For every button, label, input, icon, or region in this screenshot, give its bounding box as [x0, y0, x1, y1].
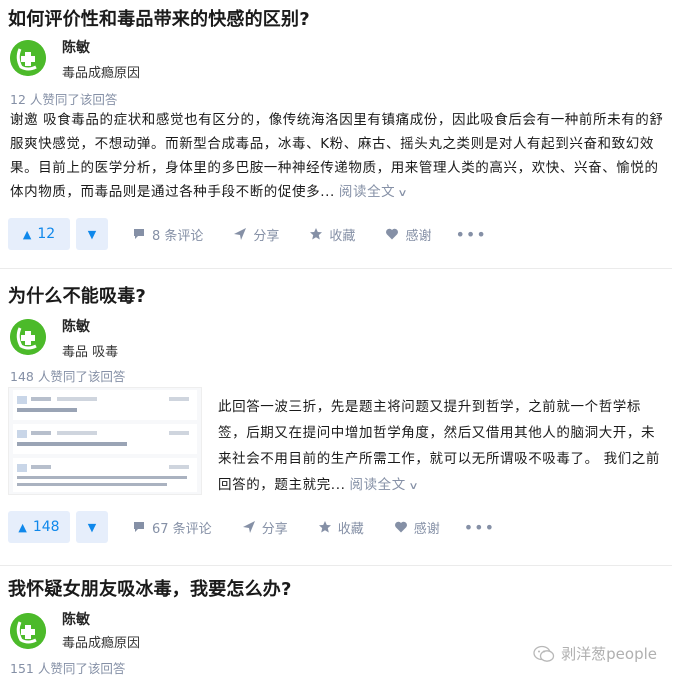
collect-button[interactable]: 收藏 — [318, 518, 364, 537]
votes-summary: 148 人赞同了该回答 — [10, 369, 126, 384]
star-icon — [318, 521, 331, 533]
votes-summary: 12 人赞同了该回答 — [10, 92, 118, 107]
thanks-button[interactable]: 感谢 — [385, 225, 431, 244]
answer-thumbnail[interactable] — [8, 387, 202, 495]
excerpt-text: 谢邀 吸食毒品的症状和感觉也有区分的，像传统海洛因里有镇痛成份，因此吸食后会有一… — [10, 112, 664, 200]
watermark: 剥洋葱people — [533, 643, 657, 664]
read-more-link[interactable]: 阅读全文 ∨ — [349, 477, 418, 493]
votes-summary: 151 人赞同了该回答 — [10, 661, 126, 676]
upvote-button[interactable]: ▲ 148 — [8, 511, 70, 543]
wechat-icon — [533, 645, 555, 662]
share-label: 分享 — [261, 521, 288, 537]
downvote-button[interactable]: ▼ — [76, 218, 108, 250]
read-more-label: 阅读全文 — [338, 184, 396, 200]
collect-label: 收藏 — [329, 228, 356, 244]
upvote-count: 148 — [32, 519, 60, 535]
share-icon — [242, 521, 255, 533]
thanks-button[interactable]: 感谢 — [394, 518, 440, 537]
triangle-down-icon: ▼ — [87, 520, 97, 534]
chevron-down-icon: ∨ — [408, 481, 420, 492]
question-title[interactable]: 我怀疑女朋友吸冰毒，我要怎么办? — [8, 575, 292, 601]
answer-card-1: 如何评价性和毒品带来的快感的区别? 陈敏 毒品成瘾原因 12 人赞同了该回答 谢… — [0, 0, 679, 268]
answer-excerpt[interactable]: 此回答一波三折，先是题主将问题又提升到哲学，之前就一个哲学标签，后期又在提问中增… — [218, 394, 666, 500]
author-name[interactable]: 陈敏 — [62, 609, 90, 629]
answer-excerpt[interactable]: 谢邀 吸食毒品的症状和感觉也有区分的，像传统海洛因里有镇痛成份，因此吸食后会有一… — [10, 108, 665, 206]
chevron-down-icon: ∨ — [397, 188, 409, 199]
heart-icon — [386, 228, 399, 240]
upvote-count: 12 — [37, 226, 56, 242]
share-button[interactable]: 分享 — [242, 518, 288, 537]
triangle-down-icon: ▼ — [87, 227, 97, 241]
upvote-button[interactable]: ▲ 12 — [8, 218, 70, 250]
avatar[interactable] — [10, 40, 46, 76]
comments-button[interactable]: 8 条评论 — [132, 225, 203, 244]
heart-icon — [394, 521, 407, 533]
answer-card-3: 我怀疑女朋友吸冰毒，我要怎么办? 陈敏 毒品成瘾原因 151 人赞同了该回答 — [0, 566, 679, 684]
collect-button[interactable]: 收藏 — [309, 225, 355, 244]
downvote-button[interactable]: ▼ — [76, 511, 108, 543]
triangle-up-icon: ▲ — [22, 227, 32, 241]
action-bar: ▲ 148 ▼ 67 条评论 分享 收藏 感谢 ••• — [8, 510, 495, 544]
author-name[interactable]: 陈敏 — [62, 37, 90, 57]
comment-icon — [134, 229, 144, 239]
comments-button[interactable]: 67 条评论 — [132, 518, 212, 537]
triangle-up-icon: ▲ — [18, 520, 27, 534]
avatar[interactable] — [10, 319, 46, 355]
action-bar: ▲ 12 ▼ 8 条评论 分享 收藏 感谢 ••• — [8, 217, 487, 251]
star-icon — [310, 228, 323, 240]
author-name[interactable]: 陈敏 — [62, 316, 90, 336]
thanks-label: 感谢 — [413, 521, 440, 537]
excerpt-text: 此回答一波三折，先是题主将问题又提升到哲学，之前就一个哲学标签，后期又在提问中增… — [218, 399, 660, 493]
share-button[interactable]: 分享 — [233, 225, 279, 244]
question-title[interactable]: 为什么不能吸毒? — [8, 282, 146, 308]
author-bio: 毒品成瘾原因 — [62, 66, 141, 81]
author-bio: 毒品 吸毒 — [62, 345, 119, 360]
more-options-icon[interactable]: ••• — [455, 225, 486, 244]
avatar[interactable] — [10, 613, 46, 649]
watermark-text: 剥洋葱people — [561, 645, 657, 663]
more-options-icon[interactable]: ••• — [464, 518, 495, 537]
read-more-link[interactable]: 阅读全文 ∨ — [338, 184, 408, 200]
read-more-label: 阅读全文 — [349, 477, 406, 493]
author-bio: 毒品成瘾原因 — [62, 636, 141, 651]
thumbnail-image — [9, 388, 201, 494]
comment-icon — [134, 522, 144, 532]
share-icon — [234, 228, 247, 240]
share-label: 分享 — [253, 228, 280, 244]
collect-label: 收藏 — [337, 521, 364, 537]
comments-label: 67 条评论 — [152, 521, 212, 537]
answer-card-2: 为什么不能吸毒? 陈敏 毒品 吸毒 148 人赞同了该回答 此回答一波三折，先是… — [0, 269, 679, 565]
comments-label: 8 条评论 — [152, 228, 204, 244]
question-title[interactable]: 如何评价性和毒品带来的快感的区别? — [8, 5, 310, 31]
thanks-label: 感谢 — [405, 228, 432, 244]
